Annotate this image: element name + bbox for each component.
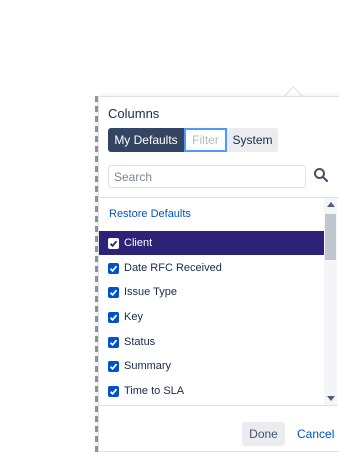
column-item-label: Client	[124, 237, 153, 249]
checkbox[interactable]	[108, 385, 119, 397]
checkbox[interactable]	[108, 336, 119, 348]
column-item-issue-type[interactable]: Issue Type	[99, 280, 324, 304]
column-item-label: Date RFC Received	[124, 262, 222, 274]
checkbox[interactable]	[108, 237, 119, 249]
column-item-time-to-sla[interactable]: Time to SLA	[99, 379, 324, 403]
column-item-label: Key	[124, 311, 143, 323]
check-icon	[109, 289, 118, 296]
check-icon	[109, 388, 118, 395]
check-icon	[109, 240, 118, 247]
search-icon[interactable]	[313, 167, 329, 183]
column-item-date-rfc-received[interactable]: Date RFC Received	[99, 256, 324, 280]
column-item-label: Time to SLA	[124, 385, 185, 397]
check-icon	[109, 265, 118, 272]
column-item-label: Summary	[124, 360, 172, 372]
checkbox[interactable]	[108, 286, 119, 298]
check-icon	[109, 363, 118, 370]
scrollbar-thumb[interactable]	[325, 214, 336, 260]
column-item-label: Status	[124, 336, 156, 348]
column-item-label: Issue Type	[124, 286, 177, 298]
scroll-down-arrow-icon[interactable]	[327, 396, 335, 401]
check-icon	[109, 314, 118, 321]
column-tabs: My Defaults Filter System	[108, 128, 278, 152]
check-icon	[109, 339, 118, 346]
checkbox[interactable]	[108, 360, 119, 372]
tab-my-defaults[interactable]: My Defaults	[108, 128, 184, 152]
scroll-up-arrow-icon[interactable]	[327, 202, 335, 207]
column-item-summary[interactable]: Summary	[99, 354, 324, 378]
list-scrollbar[interactable]	[324, 198, 337, 405]
tab-system[interactable]: System	[227, 128, 278, 152]
tab-filter[interactable]: Filter	[184, 128, 227, 152]
column-item-client[interactable]: Client	[99, 231, 324, 255]
popup-title: Columns	[108, 106, 160, 121]
column-item-status[interactable]: Status	[99, 330, 324, 354]
cancel-button[interactable]: Cancel	[297, 422, 334, 446]
columns-popup: Columns My Defaults Filter System Restor…	[98, 96, 339, 452]
checkbox[interactable]	[108, 311, 119, 323]
search-input[interactable]	[108, 165, 306, 188]
restore-defaults-link[interactable]: Restore Defaults	[109, 208, 191, 220]
done-button[interactable]: Done	[242, 422, 285, 446]
checkbox[interactable]	[108, 262, 119, 274]
column-list: Restore Defaults Client Date RFC Receive…	[99, 197, 338, 406]
column-item-key[interactable]: Key	[99, 305, 324, 329]
